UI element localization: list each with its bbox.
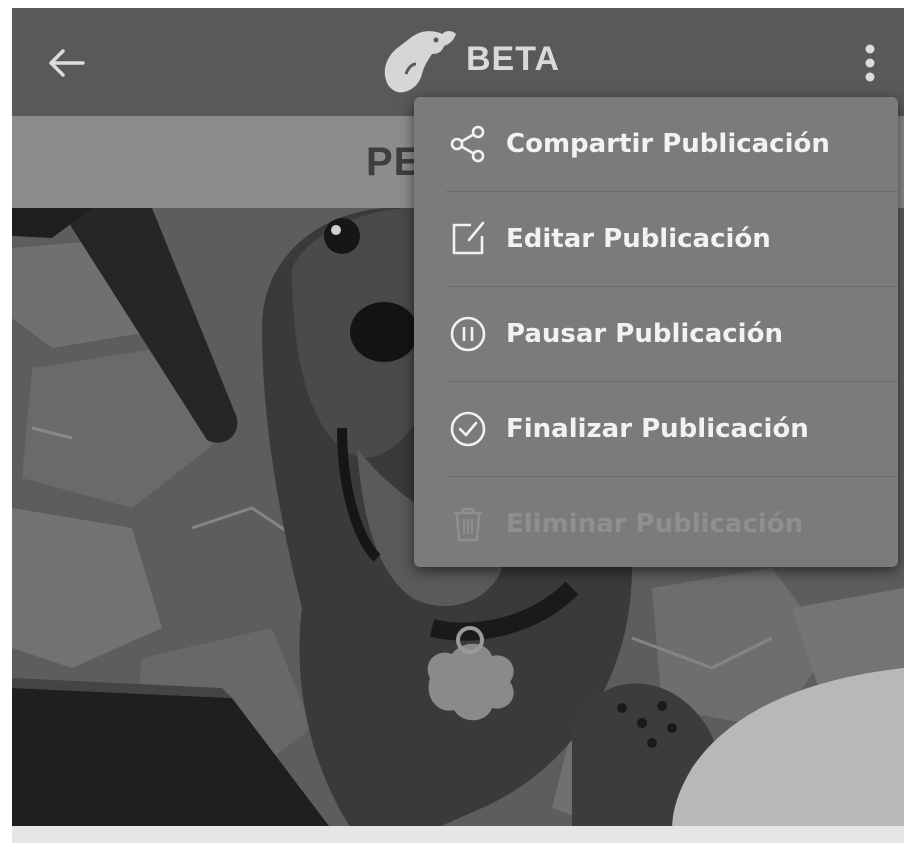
edit-icon: [448, 219, 488, 259]
menu-item-finish[interactable]: Finalizar Publicación: [414, 382, 898, 476]
more-options-button[interactable]: [850, 38, 890, 88]
menu-item-label: Pausar Publicación: [506, 319, 783, 349]
menu-item-label: Compartir Publicación: [506, 129, 830, 159]
more-vertical-icon: [865, 44, 875, 82]
menu-item-label: Finalizar Publicación: [506, 414, 809, 444]
menu-item-delete: Eliminar Publicación: [414, 477, 898, 571]
back-button[interactable]: [38, 38, 94, 88]
menu-item-share[interactable]: Compartir Publicación: [414, 97, 898, 191]
trash-icon: [448, 504, 488, 544]
check-circle-icon: [448, 409, 488, 449]
app-screen: BETA PE Compartir Publicación Editar Pub…: [12, 8, 904, 843]
dog-logo-icon: [384, 31, 456, 93]
app-logo: BETA: [380, 24, 560, 94]
arrow-left-icon: [49, 49, 85, 77]
menu-item-label: Eliminar Publicación: [506, 509, 804, 539]
pause-circle-icon: [448, 314, 488, 354]
menu-item-edit[interactable]: Editar Publicación: [414, 192, 898, 286]
bottom-strip: [12, 826, 904, 843]
logo-text: BETA: [466, 39, 561, 78]
menu-item-pause[interactable]: Pausar Publicación: [414, 287, 898, 381]
overflow-menu: Compartir Publicación Editar Publicación…: [414, 97, 898, 567]
share-icon: [448, 124, 488, 164]
menu-item-label: Editar Publicación: [506, 224, 771, 254]
